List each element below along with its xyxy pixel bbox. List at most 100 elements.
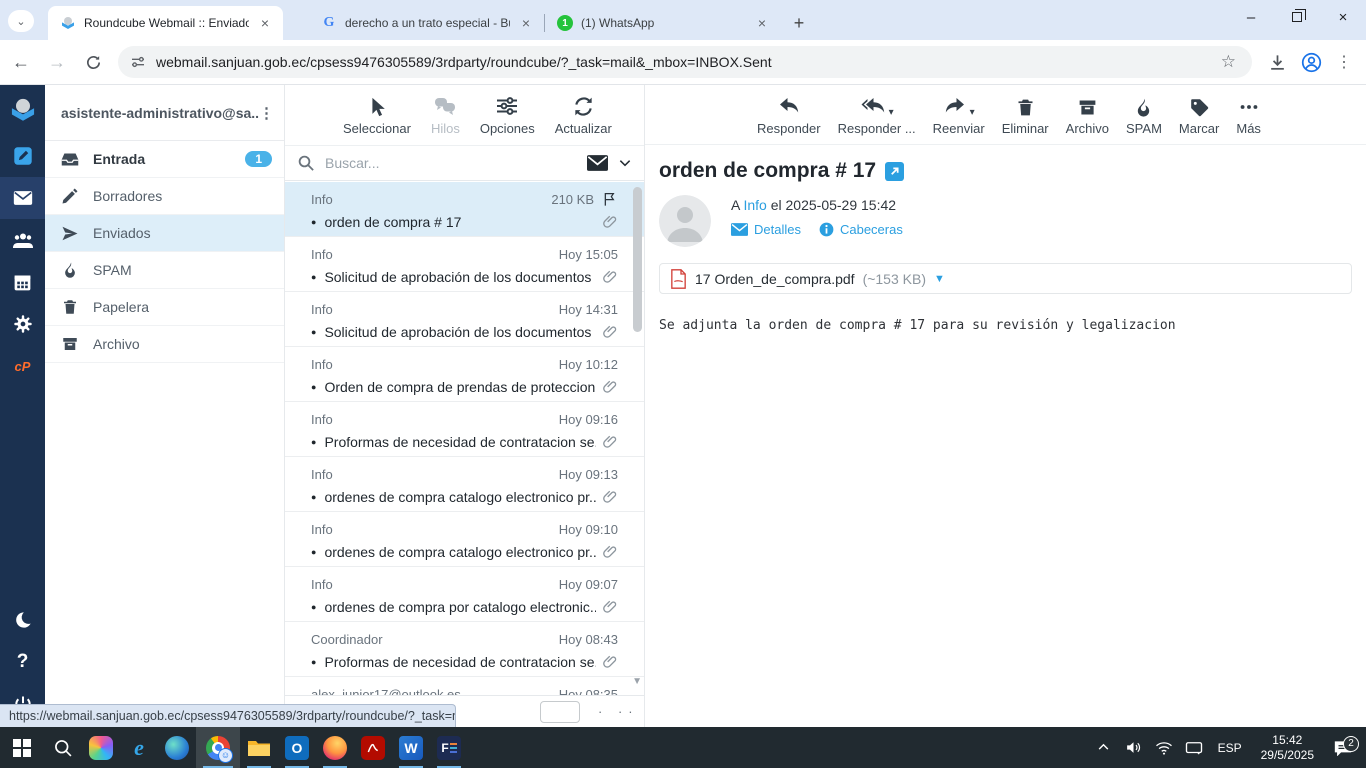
reload-button[interactable] — [78, 47, 108, 77]
wifi-icon[interactable] — [1151, 739, 1177, 757]
account-menu-icon[interactable]: ⋮ — [259, 104, 274, 122]
forward-button[interactable]: → — [42, 47, 72, 77]
attachment-row[interactable]: 17 Orden_de_compra.pdf (~153 KB) ▼ — [659, 263, 1352, 294]
message-row[interactable]: Coordinador Hoy 08:43 ● Proformas de neces… — [285, 622, 644, 677]
close-button[interactable]: × — [1320, 0, 1366, 34]
taskbar-acrobat-button[interactable] — [354, 727, 392, 768]
downloads-icon[interactable] — [1268, 53, 1287, 72]
chevron-down-icon[interactable] — [618, 156, 632, 170]
rail-calendar-button[interactable] — [0, 261, 45, 303]
dropdown-caret-icon[interactable]: ▾ — [889, 107, 894, 118]
taskbar-word-button[interactable]: W — [392, 727, 430, 768]
taskbar-search-button[interactable] — [44, 727, 82, 768]
compose-button[interactable] — [0, 135, 45, 177]
site-info-icon[interactable] — [130, 54, 146, 70]
flag-icon[interactable] — [602, 191, 618, 207]
profile-avatar-icon[interactable] — [1301, 52, 1322, 73]
attachment-icon — [602, 544, 618, 560]
message-row[interactable]: Info Hoy 09:13 ● ordenes de compra catalog… — [285, 457, 644, 512]
search-input[interactable] — [325, 155, 577, 171]
threads-button[interactable]: Hilos — [431, 94, 460, 136]
spam-button[interactable]: SPAM — [1126, 94, 1162, 136]
tab-roundcube[interactable]: Roundcube Webmail :: Enviados × — [48, 6, 283, 40]
back-button[interactable]: ← — [6, 47, 36, 77]
tab-close-icon[interactable]: × — [257, 15, 273, 31]
forward-button[interactable]: ▾ Reenviar — [933, 94, 985, 136]
rail-mail-button[interactable] — [0, 177, 45, 219]
start-button[interactable] — [0, 727, 44, 768]
cpanel-icon[interactable]: cP — [0, 345, 45, 387]
taskbar-explorer-button[interactable] — [240, 727, 278, 768]
message-row[interactable]: Info Hoy 10:12 ● Orden de compra de prenda… — [285, 347, 644, 402]
folder-archivo[interactable]: Archivo — [45, 326, 284, 363]
message-row[interactable]: alex_junior17@outlook.es Hoy 08:35 — [285, 677, 644, 696]
roundcube-favicon-icon — [60, 15, 76, 31]
message-sender: Info — [311, 356, 333, 372]
tab-search-button[interactable]: ⌄ — [8, 10, 34, 32]
taskbar-erp-app-button[interactable]: F — [430, 727, 468, 768]
message-row-selected[interactable]: Info 210 KB ● orden de compra # 17 — [285, 182, 644, 237]
help-icon[interactable]: ? — [0, 641, 45, 683]
rail-settings-button[interactable] — [0, 303, 45, 345]
message-subject: orden de compra # 17 — [324, 214, 462, 230]
folder-borradores[interactable]: Borradores — [45, 178, 284, 215]
dropdown-caret-icon[interactable]: ▾ — [970, 107, 975, 118]
dark-mode-icon[interactable] — [0, 599, 45, 641]
volume-icon[interactable] — [1121, 739, 1147, 756]
taskbar-clock[interactable]: 15:42 29/5/2025 — [1253, 733, 1322, 763]
language-indicator[interactable]: ESP — [1211, 741, 1249, 755]
taskbar-firefox-button[interactable] — [316, 727, 354, 768]
tab-close-icon[interactable]: × — [754, 15, 770, 31]
bookmark-star-icon[interactable]: ☆ — [1217, 52, 1240, 72]
rail-contacts-button[interactable] — [0, 219, 45, 261]
message-row[interactable]: Info Hoy 15:05 ● Solicitud de aprobación d… — [285, 237, 644, 292]
taskbar-copilot-button[interactable] — [82, 727, 120, 768]
delete-button[interactable]: Eliminar — [1002, 94, 1049, 136]
message-row[interactable]: Info Hoy 09:16 ● Proformas de necesidad de… — [285, 402, 644, 457]
folder-spam[interactable]: SPAM — [45, 252, 284, 289]
headers-toggle[interactable]: Cabeceras — [819, 222, 903, 237]
page-number-input[interactable] — [540, 700, 580, 723]
taskbar-ie-button[interactable]: e — [120, 727, 158, 768]
attachment-name[interactable]: 17 Orden_de_compra.pdf — [695, 271, 855, 287]
mark-button[interactable]: Marcar — [1179, 94, 1219, 136]
tray-expand-icon[interactable] — [1091, 741, 1117, 754]
archive-icon — [1077, 94, 1098, 118]
connect-display-icon[interactable] — [1181, 740, 1207, 756]
refresh-button[interactable]: Actualizar — [555, 94, 612, 136]
refresh-icon — [572, 94, 595, 118]
details-toggle[interactable]: Detalles — [731, 222, 801, 237]
minimize-button[interactable]: – — [1228, 0, 1274, 34]
notification-center-button[interactable]: 2 — [1326, 735, 1360, 756]
select-button[interactable]: Seleccionar — [343, 94, 411, 136]
scroll-down-arrow-icon[interactable]: ▼ — [632, 676, 642, 687]
folder-entrada[interactable]: Entrada 1 — [45, 141, 284, 178]
address-bar[interactable]: webmail.sanjuan.gob.ec/cpsess9476305589/… — [118, 46, 1252, 78]
tab-google-search[interactable]: G derecho a un trato especial - Bu × — [309, 6, 544, 40]
recipient-link[interactable]: Info — [743, 197, 766, 213]
message-row[interactable]: Info Hoy 14:31 ● Solicitud de aprobación d… — [285, 292, 644, 347]
taskbar-chrome-button[interactable]: ☺ — [196, 727, 240, 768]
archive-button[interactable]: Archivo — [1066, 94, 1109, 136]
attachment-menu-caret-icon[interactable]: ▼ — [934, 273, 945, 285]
reply-all-button[interactable]: ▾ Responder ... — [838, 94, 916, 136]
browser-menu-icon[interactable]: ⋮ — [1336, 52, 1352, 72]
message-row[interactable]: Info Hoy 09:10 ● ordenes de compra catalog… — [285, 512, 644, 567]
new-tab-button[interactable]: + — [786, 10, 812, 36]
pagination-arrows[interactable]: · ·· — [598, 704, 639, 719]
acrobat-icon — [361, 735, 385, 760]
list-scrollbar[interactable] — [633, 187, 642, 332]
folder-enviados[interactable]: Enviados — [45, 215, 284, 252]
folder-papelera[interactable]: Papelera — [45, 289, 284, 326]
search-scope-mail-icon[interactable] — [587, 155, 608, 171]
tab-whatsapp[interactable]: 1 (1) WhatsApp × — [545, 6, 780, 40]
restore-button[interactable] — [1274, 0, 1320, 34]
taskbar-outlook-button[interactable]: O — [278, 727, 316, 768]
options-button[interactable]: Opciones — [480, 94, 535, 136]
open-in-new-window-icon[interactable] — [885, 161, 905, 181]
reply-button[interactable]: Responder — [757, 94, 821, 136]
taskbar-edge-button[interactable] — [158, 727, 196, 768]
tab-close-icon[interactable]: × — [518, 15, 534, 31]
message-row[interactable]: Info Hoy 09:07 ● ordenes de compra por cat… — [285, 567, 644, 622]
more-button[interactable]: Más — [1236, 94, 1261, 136]
